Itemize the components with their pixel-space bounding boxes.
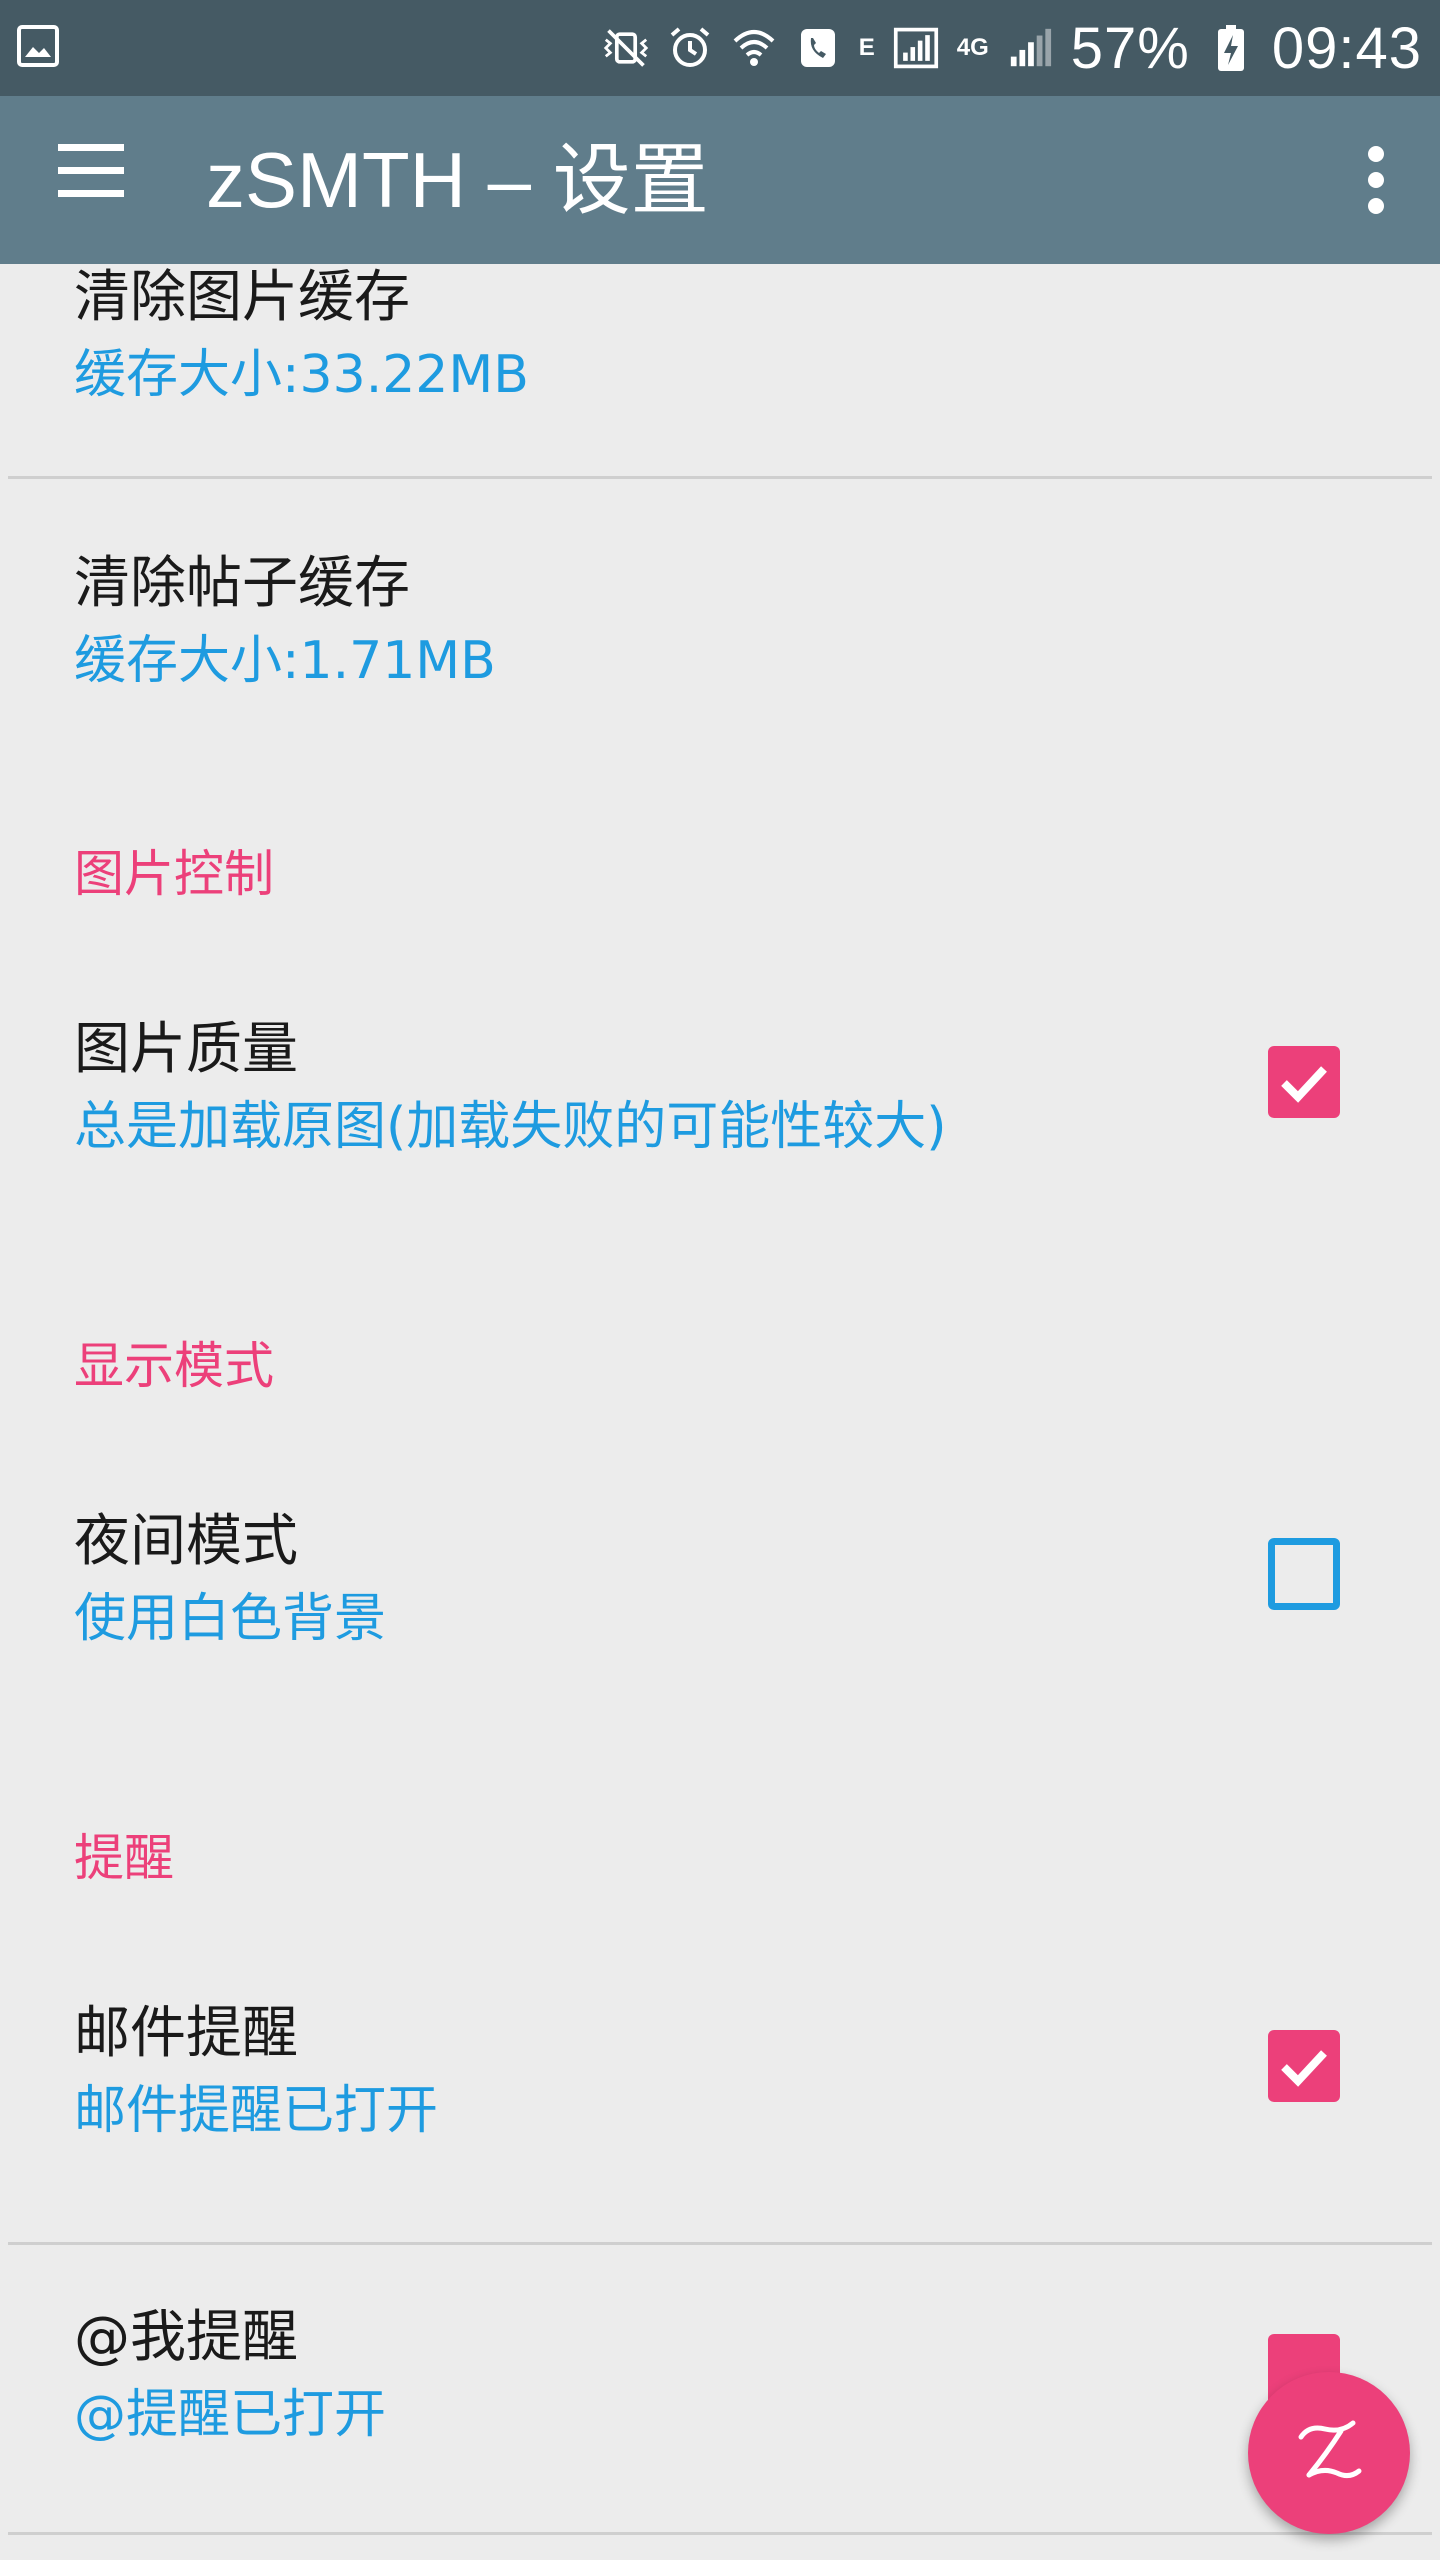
pref-title: 清除帖子缓存 xyxy=(74,551,410,616)
battery-percent: 57% xyxy=(1070,15,1190,81)
category-display-mode: 显示模式 xyxy=(74,1337,274,1395)
pref-title: @我提醒 xyxy=(74,2305,298,2370)
status-icons: E 4G 57% 09:43 xyxy=(603,0,1422,96)
pref-summary: 缓存大小:1.71MB xyxy=(74,631,496,691)
pref-summary: 缓存大小:33.22MB xyxy=(74,345,529,405)
network-type-label: E xyxy=(858,34,875,61)
app-bar: zSMTH – 设置 xyxy=(0,96,1440,264)
pref-at-remind[interactable]: @我提醒 @提醒已打开 xyxy=(0,2246,1440,2516)
night-mode-checkbox[interactable] xyxy=(1268,1538,1340,1610)
pref-summary: 使用白色背景 xyxy=(74,1589,387,1649)
vibrate-mute-icon xyxy=(603,25,649,71)
more-vert-icon[interactable] xyxy=(1326,130,1426,230)
pref-summary: 总是加载原图(加载失败的可能性较大) xyxy=(74,1097,947,1157)
pref-mail-remind[interactable]: 邮件提醒 邮件提醒已打开 xyxy=(0,1968,1440,2238)
signal-strength-icon xyxy=(1007,25,1053,71)
hamburger-menu-icon[interactable] xyxy=(44,140,144,220)
alarm-icon xyxy=(667,25,713,71)
pref-title: 图片质量 xyxy=(74,1017,298,1082)
wifi-icon xyxy=(731,25,777,71)
divider xyxy=(8,476,1432,479)
pref-night-mode[interactable]: 夜间模式 使用白色背景 xyxy=(0,1476,1440,1736)
page-title: zSMTH – 设置 xyxy=(206,136,709,224)
pref-summary: @提醒已打开 xyxy=(74,2385,387,2445)
fab-button[interactable] xyxy=(1248,2372,1410,2534)
network-type-label-2: 4G xyxy=(956,34,989,61)
category-remind: 提醒 xyxy=(74,1829,174,1887)
pref-title: 夜间模式 xyxy=(74,1509,298,1574)
pref-title: 清除图片缓存 xyxy=(74,265,410,330)
image-quality-checkbox[interactable] xyxy=(1268,1046,1340,1118)
gallery-icon xyxy=(16,24,60,68)
signal-box-icon xyxy=(893,25,939,71)
divider xyxy=(8,2242,1432,2245)
status-bar: E 4G 57% 09:43 xyxy=(0,0,1440,96)
settings-list: 清除图片缓存 缓存大小:33.22MB 清除帖子缓存 缓存大小:1.71MB 图… xyxy=(0,264,1440,2560)
pref-clear-post-cache[interactable]: 清除帖子缓存 缓存大小:1.71MB xyxy=(0,480,1440,740)
category-image-control: 图片控制 xyxy=(74,845,274,903)
battery-charging-icon xyxy=(1208,25,1254,71)
call-icon xyxy=(795,25,841,71)
clock: 09:43 xyxy=(1271,15,1422,81)
zsmth-logo-icon xyxy=(1279,2401,1379,2505)
mail-remind-checkbox[interactable] xyxy=(1268,2030,1340,2102)
pref-clear-image-cache[interactable]: 清除图片缓存 缓存大小:33.22MB xyxy=(0,264,1440,498)
pref-title: 邮件提醒 xyxy=(74,2001,298,2066)
pref-image-quality[interactable]: 图片质量 总是加载原图(加载失败的可能性较大) xyxy=(0,984,1440,1244)
pref-summary: 邮件提醒已打开 xyxy=(74,2081,439,2141)
divider xyxy=(8,2532,1432,2535)
